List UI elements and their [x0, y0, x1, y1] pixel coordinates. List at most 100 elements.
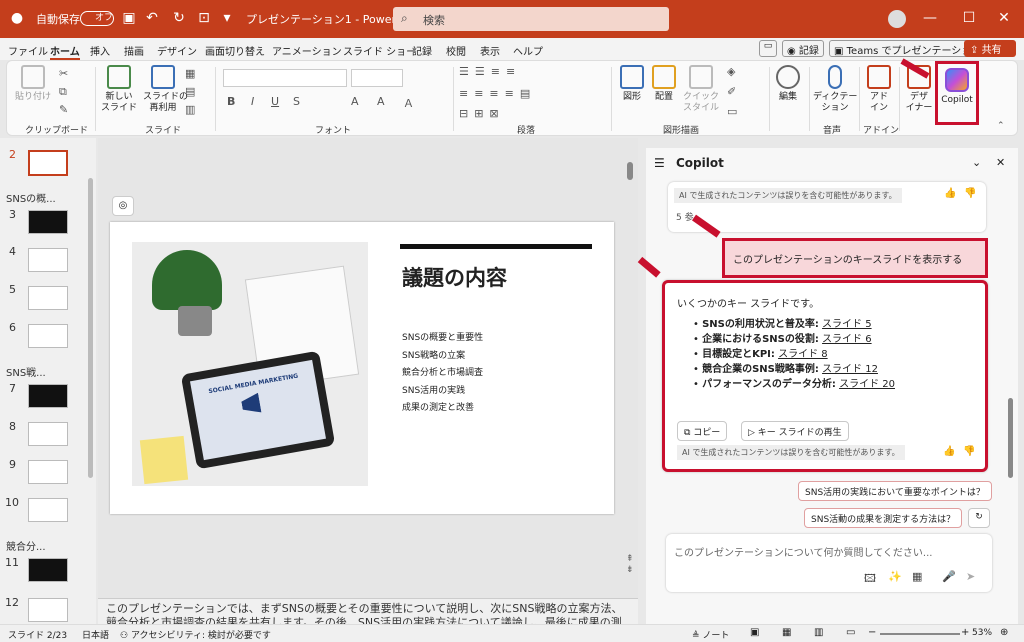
- reuse-slide-button[interactable]: スライドの 再利用: [143, 65, 188, 114]
- share-button[interactable]: ⇪ 共有: [964, 40, 1016, 57]
- copilot-button[interactable]: Copilot: [935, 61, 979, 125]
- teams-present-button[interactable]: ▣ Teams でプレゼンテーション: [829, 40, 987, 57]
- close-icon[interactable]: ✕: [995, 9, 1013, 27]
- thumbnail-slide-3[interactable]: [28, 210, 68, 234]
- tab-design[interactable]: デザイン: [157, 43, 197, 58]
- suggestion-chip[interactable]: SNS活動の成果を測定する方法は？: [804, 508, 963, 528]
- avatar[interactable]: [888, 10, 906, 28]
- section-header[interactable]: SNS戦...: [6, 364, 46, 379]
- tab-help[interactable]: ヘルプ: [513, 43, 543, 58]
- zoom-in-icon[interactable]: +: [961, 627, 969, 638]
- notes-toggle[interactable]: ≜ ノート: [692, 628, 729, 641]
- search-box[interactable]: ⌕ 検索: [393, 7, 669, 31]
- tab-home[interactable]: ホーム: [50, 43, 80, 60]
- normal-view-icon[interactable]: ▣: [750, 627, 759, 638]
- thumbnail-slide-9[interactable]: [28, 460, 68, 484]
- copy-button[interactable]: ⧉ コピー: [677, 421, 728, 441]
- thumbnail-scrollbar[interactable]: [88, 178, 93, 478]
- customize-icon[interactable]: ▾: [218, 9, 236, 27]
- thumbnail-slide-7[interactable]: [28, 384, 68, 408]
- sparkle-icon[interactable]: ✨: [888, 570, 902, 583]
- copy-icon[interactable]: ⧉: [59, 85, 67, 99]
- dictate-button[interactable]: ディクテー ション: [813, 65, 857, 114]
- menu-icon[interactable]: ☰: [654, 156, 665, 170]
- section-header[interactable]: SNSの概...: [6, 190, 56, 205]
- language-indicator[interactable]: 日本語: [82, 628, 109, 641]
- thumbnail-slide-5[interactable]: [28, 286, 68, 310]
- text-direction-icons[interactable]: ⊟⊞⊠: [459, 107, 505, 120]
- clear-format-icon[interactable]: Ａ: [403, 95, 414, 111]
- thumbs-up-icon[interactable]: 👍: [943, 446, 955, 457]
- align-icons[interactable]: ≡≡≡≡▤: [459, 87, 536, 100]
- tab-transitions[interactable]: 画面切り替え: [205, 43, 265, 58]
- arrange-button[interactable]: 配置: [651, 65, 677, 103]
- notes-pane[interactable]: このプレゼンテーションでは、まずSNSの概要とその重要性について説明し、次にSN…: [98, 598, 638, 626]
- cut-icon[interactable]: ✂: [59, 67, 68, 80]
- slide-link[interactable]: スライド 5: [822, 319, 872, 330]
- copilot-scrollbar[interactable]: [1008, 398, 1013, 478]
- slide-link[interactable]: スライド 20: [839, 379, 895, 390]
- slide-link[interactable]: スライド 12: [822, 364, 878, 375]
- reading-view-icon[interactable]: ▥: [814, 627, 823, 638]
- suggestion-chip[interactable]: SNS活用の実践において重要なポイントは？: [798, 481, 992, 501]
- addin-button[interactable]: アド イン: [865, 65, 893, 114]
- autosave-toggle[interactable]: オフ: [80, 11, 114, 26]
- send-icon[interactable]: ➤: [966, 570, 975, 583]
- canvas-scrollbar[interactable]: [627, 162, 633, 180]
- slideshow-view-icon[interactable]: ▭: [846, 627, 855, 638]
- image-icon[interactable]: 🖾: [864, 570, 876, 589]
- sorter-view-icon[interactable]: ▦: [782, 627, 791, 638]
- grid-icon[interactable]: ▦: [912, 570, 922, 583]
- effects-icon[interactable]: ▭: [727, 105, 737, 118]
- thumbnail-slide-6[interactable]: [28, 324, 68, 348]
- quick-style-button[interactable]: クイック スタイル: [683, 65, 719, 114]
- shape-button[interactable]: 図形: [619, 65, 645, 103]
- zoom-slider[interactable]: [880, 633, 960, 635]
- strike-icon[interactable]: S: [293, 95, 300, 108]
- fit-slide-icon[interactable]: ⊕: [1000, 627, 1008, 638]
- thumbs-up-icon[interactable]: 👍: [944, 188, 956, 199]
- tab-view[interactable]: 表示: [480, 43, 500, 58]
- tab-review[interactable]: 校閲: [446, 43, 466, 58]
- underline-icon[interactable]: U: [271, 95, 279, 108]
- tab-file[interactable]: ファイル: [8, 43, 48, 58]
- refresh-icon[interactable]: ↻: [968, 508, 990, 528]
- close-pane-icon[interactable]: ✕: [996, 156, 1005, 169]
- italic-icon[interactable]: I: [251, 95, 254, 108]
- outline-icon[interactable]: ✐: [727, 85, 736, 98]
- chevron-down-icon[interactable]: ⌄: [972, 156, 981, 169]
- chat-input[interactable]: このプレゼンテーションについて何か質問してください... 🖾 ✨ ▦ 🎤 ➤: [666, 534, 992, 592]
- fill-icon[interactable]: ◈: [727, 65, 735, 78]
- tab-draw[interactable]: 描画: [124, 43, 144, 58]
- format-painter-icon[interactable]: ✎: [59, 103, 68, 116]
- accessibility-status[interactable]: ⚇ アクセシビリティ: 検討が必要です: [120, 628, 271, 641]
- new-slide-button[interactable]: 新しい スライド: [101, 65, 137, 114]
- thumbs-down-icon[interactable]: 👎: [963, 446, 975, 457]
- edit-button[interactable]: 編集: [775, 65, 801, 103]
- record-button[interactable]: ◉ 記録: [782, 40, 824, 57]
- collapse-ribbon-icon[interactable]: ⌃: [997, 121, 1005, 131]
- designer-suggest-icon[interactable]: ◎: [112, 196, 134, 216]
- redo-icon[interactable]: ↻: [170, 9, 188, 27]
- reset-icon[interactable]: ▤: [185, 85, 195, 98]
- list-icons[interactable]: ☰☰≡≡: [459, 65, 521, 78]
- layout-icon[interactable]: ▦: [185, 67, 195, 80]
- save-icon[interactable]: ▣: [120, 9, 138, 27]
- tab-animations[interactable]: アニメーション: [272, 43, 342, 58]
- font-name-select[interactable]: [223, 69, 347, 87]
- slide-link[interactable]: スライド 8: [778, 349, 828, 360]
- present-icon[interactable]: ⊡: [195, 9, 213, 27]
- comment-icon[interactable]: ▭: [759, 40, 777, 57]
- thumbnail-slide-11[interactable]: [28, 558, 68, 582]
- section-icon[interactable]: ▥: [185, 103, 195, 116]
- slide-link[interactable]: スライド 6: [822, 334, 872, 345]
- bold-icon[interactable]: B: [227, 95, 235, 108]
- zoom-out-icon[interactable]: −: [868, 627, 876, 638]
- thumbnail-slide-2[interactable]: [28, 150, 68, 176]
- slide[interactable]: SOCIAL MEDIA MARKETING 議題の内容 SNSの概要と重要性 …: [110, 222, 614, 514]
- thumbnail-slide-10[interactable]: [28, 498, 68, 522]
- thumbs-down-icon[interactable]: 👎: [964, 188, 976, 199]
- tab-slideshow[interactable]: スライド ショー: [343, 43, 416, 58]
- microphone-icon[interactable]: 🎤: [942, 570, 956, 583]
- tab-record[interactable]: 記録: [412, 43, 432, 58]
